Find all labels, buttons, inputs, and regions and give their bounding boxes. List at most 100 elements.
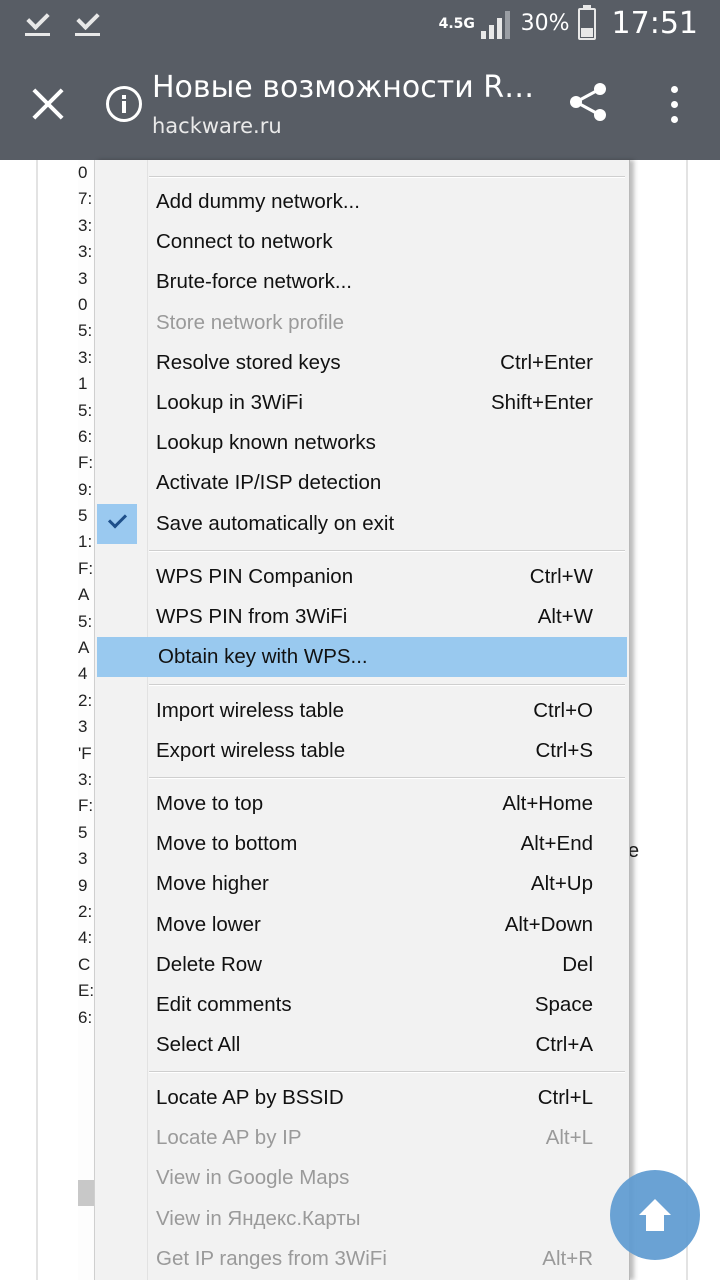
more-options-icon[interactable] (668, 86, 678, 126)
menu-item-shortcut: Space (534, 993, 593, 1016)
menu-item-label: Locate AP by BSSID (156, 1086, 344, 1109)
background-cell: 6: (78, 1007, 93, 1027)
browser-app-bar: Новые возможности R… hackware.ru (0, 52, 720, 160)
status-bar: 4.5G 30% 17:51 (0, 0, 720, 52)
background-cell: 5: (78, 321, 93, 341)
menu-item[interactable]: Locate AP by BSSID Ctrl+L (95, 1078, 629, 1118)
menu-item[interactable]: Move to bottom Alt+End (95, 824, 629, 864)
menu-item[interactable]: Edit comments Space (95, 985, 629, 1025)
checked-indicator (97, 503, 137, 544)
background-cell: 1: (78, 532, 93, 552)
background-cell: 7: (78, 189, 93, 209)
menu-item[interactable]: WPS PIN from 3WiFi Alt+W (95, 597, 629, 637)
menu-separator (149, 684, 625, 686)
share-icon[interactable] (566, 80, 610, 124)
background-cell: 5 (78, 822, 88, 842)
background-table-column: 0 7: 3: 3: 3 0 5: 3: 1 5: 6: F: 9: 5 1: F: A 5: A 4 2: 3 'F 3: F… (78, 160, 94, 1031)
menu-item-shortcut: Del (562, 952, 593, 976)
checkmark-icon (107, 509, 128, 529)
table-scrollbar[interactable] (78, 1180, 94, 1206)
menu-item[interactable]: Move higher Alt+Up (95, 864, 629, 904)
menu-item-shortcut: Alt+End (520, 832, 593, 856)
menu-item-shortcut: Ctrl+W (529, 565, 593, 588)
background-cell: 4: (78, 928, 93, 948)
menu-item[interactable]: Add dummy network... (95, 182, 629, 222)
menu-item-label: Lookup known networks (156, 431, 376, 455)
menu-item-label: Activate IP/ISP detection (156, 471, 382, 495)
menu-item[interactable]: Activate IP/ISP detection (95, 463, 629, 503)
menu-item-label: Save automatically on exit (156, 511, 395, 535)
background-cell: 9: (78, 479, 93, 499)
menu-item-label: WPS PIN from 3WiFi (156, 605, 348, 629)
background-cell: 3: (78, 347, 93, 367)
menu-item-label: Move to bottom (156, 832, 298, 856)
menu-item-shortcut: Alt+W (537, 605, 593, 629)
menu-item[interactable]: Save automatically on exit (95, 503, 629, 544)
background-cell: 'F (78, 743, 92, 763)
background-cell: 3: (78, 769, 93, 789)
menu-separator (149, 777, 625, 779)
menu-separator (149, 176, 625, 178)
menu-item-label: Move lower (156, 912, 261, 936)
menu-item[interactable]: Lookup in 3WiFi Shift+Enter (95, 383, 629, 423)
close-icon[interactable] (30, 86, 66, 122)
menu-item[interactable]: Import wireless table Ctrl+O (95, 691, 629, 731)
menu-item[interactable]: Move to top Alt+Home (95, 784, 629, 824)
menu-item-label: Get IP ranges from 3WiFi (156, 1246, 387, 1270)
menu-item-shortcut: Ctrl+S (535, 739, 593, 763)
menu-item[interactable]: Select All Ctrl+A (95, 1025, 629, 1065)
page-url: hackware.ru (152, 114, 282, 138)
menu-item[interactable]: Move lower Alt+Down (95, 905, 629, 945)
background-cell: C (78, 954, 91, 974)
menu-separator (149, 550, 625, 552)
menu-item-shortcut: Ctrl+O (533, 699, 593, 722)
background-cell: E: (78, 981, 95, 1001)
menu-item[interactable]: Lookup known networks (95, 423, 629, 463)
menu-item-shortcut: Alt+Up (530, 872, 593, 896)
menu-separator (149, 1071, 625, 1073)
status-indicators: 4.5G 30% 17:51 (439, 4, 698, 41)
background-cell: 5: (78, 400, 93, 420)
background-cell: 3 (78, 849, 88, 869)
menu-item-label: Edit comments (156, 993, 292, 1016)
menu-item-label: Connect to network (156, 230, 333, 254)
background-cell: 6: (78, 426, 93, 446)
menu-item-label: Move higher (156, 872, 269, 896)
battery-icon (577, 4, 596, 40)
background-cell: F: (78, 796, 94, 816)
menu-item[interactable]: Get IP ranges from 3WiFi Alt+R (95, 1239, 629, 1279)
info-icon[interactable] (106, 86, 142, 122)
signal-icon (480, 9, 513, 39)
menu-item[interactable]: WPS PIN Companion Ctrl+W (95, 557, 629, 597)
notification-icons (24, 10, 102, 38)
menu-item[interactable]: Brute-force network... (95, 262, 629, 302)
background-cell: 3 (78, 268, 88, 288)
menu-item[interactable]: Export wireless table Ctrl+S (95, 731, 629, 771)
menu-item[interactable]: View in Google Maps (95, 1158, 629, 1198)
background-cell: 2: (78, 690, 93, 710)
background-cell: F: (78, 558, 94, 578)
menu-item-label: View in Google Maps (156, 1166, 350, 1190)
menu-item[interactable]: Locate AP by IP Alt+L (95, 1118, 629, 1158)
menu-item-label: Locate AP by IP (156, 1126, 302, 1150)
menu-item[interactable]: Delete Row Del (95, 945, 629, 985)
menu-item[interactable]: Connect to network (95, 222, 629, 262)
menu-item-label: Add dummy network... (156, 190, 360, 213)
menu-item[interactable]: Obtain key with WPS... (97, 637, 627, 678)
menu-item[interactable]: View in Яндекс.Карты (95, 1199, 629, 1239)
background-cell: 3: (78, 242, 93, 262)
menu-item[interactable]: Resolve stored keys Ctrl+Enter (95, 343, 629, 383)
menu-item-shortcut: Alt+Home (502, 792, 593, 815)
menu-item[interactable]: Store network profile (95, 303, 629, 343)
menu-item-label: Move to top (156, 792, 264, 815)
background-cell: 4 (78, 664, 88, 684)
menu-item-label: Brute-force network... (156, 270, 352, 294)
battery-percent: 30% (520, 11, 570, 36)
menu-item-label: Import wireless table (156, 699, 344, 722)
background-cell: 0 (78, 163, 88, 182)
background-cell: 2: (78, 901, 93, 921)
background-cell: 1 (78, 374, 88, 394)
menu-item-shortcut: Ctrl+Enter (500, 350, 593, 374)
background-cell: 3: (78, 215, 93, 235)
scroll-to-top-button[interactable] (610, 1170, 700, 1260)
